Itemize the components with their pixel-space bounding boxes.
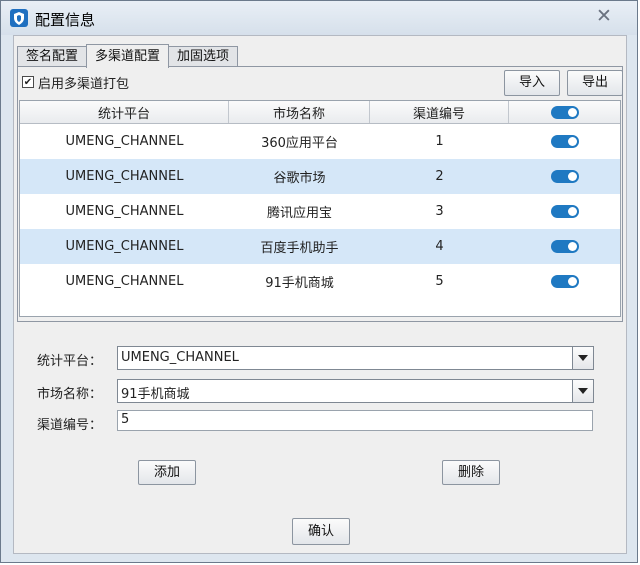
platform-cell: UMENG_CHANNEL xyxy=(65,239,184,254)
table-row[interactable]: UMENG_CHANNEL 91手机商城 5 xyxy=(20,264,620,299)
column-header-channel[interactable]: 渠道编号 xyxy=(370,101,509,123)
table-row[interactable]: UMENG_CHANNEL 360应用平台 1 xyxy=(20,124,620,159)
multi-channel-panel: ✔ 启用多渠道打包 导入 导出 统计平台 市场名称 渠道编号 UMENG_CHA… xyxy=(17,66,623,322)
close-icon[interactable]: ✕ xyxy=(593,5,615,27)
column-header-platform[interactable]: 统计平台 xyxy=(20,101,229,123)
export-button[interactable]: 导出 xyxy=(567,70,623,96)
tab-hardening-options[interactable]: 加固选项 xyxy=(168,46,239,67)
market-cell: 谷歌市场 xyxy=(273,171,326,186)
table-row[interactable]: UMENG_CHANNEL 腾讯应用宝 3 xyxy=(20,194,620,229)
chevron-down-icon[interactable] xyxy=(572,347,593,369)
window-title: 配置信息 xyxy=(35,11,96,29)
dialog-content: 签名配置 多渠道配置 加固选项 ✔ 启用多渠道打包 导入 导出 统计平台 市场名… xyxy=(13,35,627,554)
chevron-down-icon[interactable] xyxy=(572,380,593,402)
channel-cell: 3 xyxy=(435,204,444,219)
table-row[interactable]: UMENG_CHANNEL 百度手机助手 4 xyxy=(20,229,620,264)
enabled-cell xyxy=(509,124,620,159)
enabled-cell xyxy=(509,159,620,194)
platform-cell: UMENG_CHANNEL xyxy=(65,204,184,219)
market-cell: 腾讯应用宝 xyxy=(266,206,332,221)
market-label: 市场名称： xyxy=(36,387,102,402)
channel-table: 统计平台 市场名称 渠道编号 UMENG_CHANNEL 360应用平台 1 U… xyxy=(19,100,621,317)
row-toggle-switch[interactable] xyxy=(550,170,579,183)
row-toggle-switch[interactable] xyxy=(550,240,579,253)
platform-cell: UMENG_CHANNEL xyxy=(65,169,184,184)
enable-multi-channel-checkbox[interactable]: ✔ xyxy=(22,76,34,88)
config-dialog: 配置信息 ✕ 签名配置 多渠道配置 加固选项 ✔ 启用多渠道打包 导入 导出 统… xyxy=(0,0,638,563)
market-cell: 91手机商城 xyxy=(265,276,334,291)
market-combobox[interactable]: 91手机商城 xyxy=(117,379,594,403)
row-toggle-switch[interactable] xyxy=(550,275,579,288)
column-header-toggle[interactable] xyxy=(509,101,620,123)
channel-cell: 4 xyxy=(435,239,444,254)
platform-combobox-value: UMENG_CHANNEL xyxy=(121,350,239,365)
market-cell: 360应用平台 xyxy=(261,136,338,151)
table-row[interactable]: UMENG_CHANNEL 谷歌市场 2 xyxy=(20,159,620,194)
toggle-all-switch[interactable] xyxy=(550,105,579,119)
title-bar: 配置信息 ✕ xyxy=(1,1,637,35)
channel-number-label: 渠道编号： xyxy=(36,418,102,433)
enable-multi-channel-row[interactable]: ✔ 启用多渠道打包 xyxy=(22,73,130,92)
enabled-cell xyxy=(509,194,620,229)
row-toggle-switch[interactable] xyxy=(550,205,579,218)
tab-strip: 签名配置 多渠道配置 加固选项 xyxy=(17,44,239,68)
enabled-cell xyxy=(509,229,620,264)
import-button[interactable]: 导入 xyxy=(504,70,560,96)
platform-cell: UMENG_CHANNEL xyxy=(65,274,184,289)
channel-cell: 5 xyxy=(435,274,444,289)
platform-label: 统计平台： xyxy=(36,354,102,369)
enable-multi-channel-label: 启用多渠道打包 xyxy=(38,76,130,92)
shield-icon xyxy=(10,9,28,27)
enabled-cell xyxy=(509,264,620,299)
table-header: 统计平台 市场名称 渠道编号 xyxy=(20,101,620,124)
row-toggle-switch[interactable] xyxy=(550,135,579,148)
delete-button[interactable]: 删除 xyxy=(442,460,500,485)
column-header-market[interactable]: 市场名称 xyxy=(229,101,370,123)
confirm-button[interactable]: 确认 xyxy=(292,518,350,545)
market-combobox-value: 91手机商城 xyxy=(121,387,190,402)
channel-number-input[interactable]: 5 xyxy=(117,410,593,431)
add-button[interactable]: 添加 xyxy=(138,460,196,485)
tab-multi-channel-config[interactable]: 多渠道配置 xyxy=(86,44,170,68)
market-cell: 百度手机助手 xyxy=(260,241,339,256)
channel-cell: 2 xyxy=(435,169,444,184)
tab-signature-config[interactable]: 签名配置 xyxy=(17,46,88,67)
channel-cell: 1 xyxy=(435,134,444,149)
platform-cell: UMENG_CHANNEL xyxy=(65,134,184,149)
platform-combobox[interactable]: UMENG_CHANNEL xyxy=(117,346,594,370)
